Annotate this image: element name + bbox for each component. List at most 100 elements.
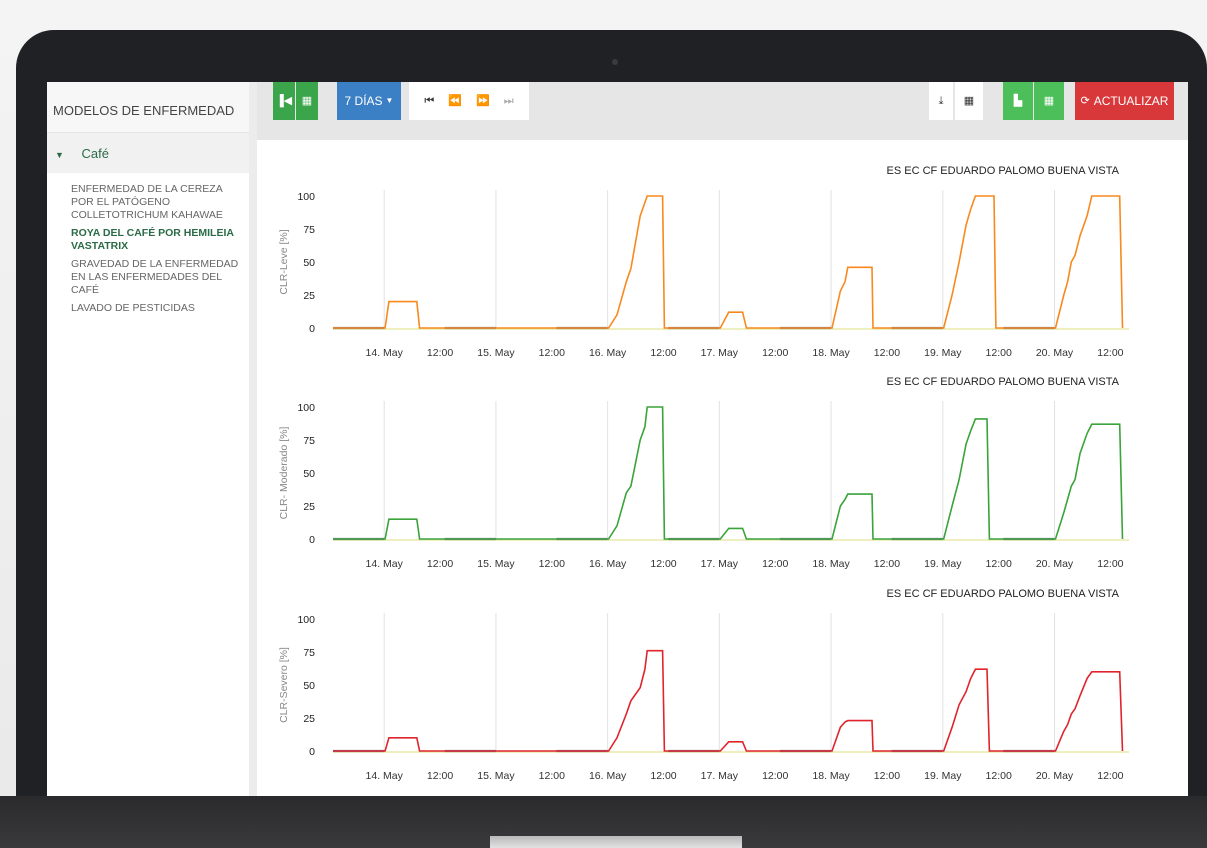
x-tick-label: 12:00 bbox=[762, 770, 788, 782]
x-tick-label: 18. May bbox=[812, 558, 850, 570]
y-tick-label: 100 bbox=[297, 191, 315, 203]
x-tick-label: 14. May bbox=[366, 770, 404, 782]
x-tick-label: 12:00 bbox=[986, 347, 1012, 359]
y-tick-label: 100 bbox=[297, 402, 315, 414]
refresh-icon: ⟳ bbox=[1080, 94, 1090, 107]
chart-view-button[interactable]: ▙ bbox=[1003, 82, 1033, 120]
grid-icon: ▦ bbox=[1043, 94, 1055, 107]
x-tick-label: 12:00 bbox=[650, 347, 676, 359]
x-tick-label: 20. May bbox=[1036, 770, 1074, 782]
chart-title: ES EC CF EDUARDO PALOMO BUENA VISTA bbox=[887, 165, 1120, 177]
app-screen: MODELOS DE ENFERMEDAD ▼ Café ENFERMEDAD … bbox=[47, 82, 1188, 796]
chart-title: ES EC CF EDUARDO PALOMO BUENA VISTA bbox=[887, 588, 1120, 600]
series-line bbox=[333, 649, 1124, 752]
fast-forward-icon[interactable]: ⏩ bbox=[476, 95, 490, 107]
series-line bbox=[333, 406, 1124, 540]
caret-down-icon: ▼ bbox=[55, 150, 64, 160]
x-tick-label: 12:00 bbox=[427, 770, 453, 782]
x-tick-label: 12:00 bbox=[427, 558, 453, 570]
chart-1: ES EC CF EDUARDO PALOMO BUENA VISTA 0 25 50… bbox=[278, 165, 1129, 359]
x-tick-label: 15. May bbox=[477, 558, 515, 570]
main-panel: ▐◀ ▦ 7 DÍAS ▼ ⏮ ⏪ ⏩ ⏭ ⤓ ▦ ▙ ▦ ⟳ ACTUALIZ… bbox=[257, 82, 1188, 796]
x-tick-label: 12:00 bbox=[650, 558, 676, 570]
x-tick-label: 16. May bbox=[589, 770, 627, 782]
y-axis-label: CLR- Moderado [%] bbox=[278, 427, 290, 520]
download-icon: ⤓ bbox=[938, 94, 944, 107]
sidebar-item-cherry-disease[interactable]: ENFERMEDAD DE LA CEREZA POR EL PATÓGENO … bbox=[47, 183, 249, 227]
sidebar-item-pesticide-washing[interactable]: LAVADO DE PESTICIDAS bbox=[47, 302, 249, 320]
chart-icon: ▙ bbox=[1013, 94, 1023, 107]
period-label: 7 DÍAS bbox=[344, 94, 383, 108]
x-tick-label: 12:00 bbox=[874, 558, 900, 570]
x-tick-label: 19. May bbox=[924, 347, 962, 359]
sidebar: MODELOS DE ENFERMEDAD ▼ Café ENFERMEDAD … bbox=[47, 82, 257, 796]
chart-3: ES EC CF EDUARDO PALOMO BUENA VISTA 0 25 50… bbox=[278, 588, 1129, 782]
skip-first-icon: ▐◀ bbox=[275, 94, 293, 107]
x-tick-label: 17. May bbox=[701, 770, 739, 782]
rewind-icon[interactable]: ⏪ bbox=[448, 95, 462, 107]
y-tick-label: 0 bbox=[309, 323, 315, 335]
y-tick-label: 25 bbox=[303, 713, 315, 725]
x-tick-label: 14. May bbox=[366, 347, 404, 359]
category-label: Café bbox=[81, 146, 110, 161]
series-line bbox=[333, 195, 1124, 329]
x-tick-label: 12:00 bbox=[427, 347, 453, 359]
sidebar-item-coffee-rust[interactable]: ROYA DEL CAFÉ POR HEMILEIA VASTATRIX bbox=[47, 227, 249, 258]
x-tick-label: 15. May bbox=[477, 347, 515, 359]
y-tick-label: 0 bbox=[309, 534, 315, 546]
sidebar-item-disease-severity[interactable]: GRAVEDAD DE LA ENFERMEDAD EN LAS ENFERME… bbox=[47, 258, 249, 302]
x-tick-label: 12:00 bbox=[539, 558, 565, 570]
y-tick-label: 25 bbox=[303, 290, 315, 302]
sidebar-category-cafe[interactable]: ▼ Café bbox=[47, 133, 249, 173]
x-tick-label: 12:00 bbox=[762, 558, 788, 570]
navigation-group: ⏮ ⏪ ⏩ ⏭ bbox=[409, 82, 529, 120]
y-tick-label: 75 bbox=[303, 647, 315, 659]
x-tick-label: 12:00 bbox=[874, 347, 900, 359]
x-tick-label: 20. May bbox=[1036, 347, 1074, 359]
grid-view-button[interactable]: ▦ bbox=[1034, 82, 1064, 120]
y-tick-label: 50 bbox=[303, 468, 315, 480]
webcam bbox=[612, 59, 618, 65]
calendar-icon: ▦ bbox=[301, 94, 313, 107]
x-tick-label: 19. May bbox=[924, 770, 962, 782]
x-tick-label: 12:00 bbox=[650, 770, 676, 782]
first-period-button[interactable]: ▐◀ bbox=[273, 82, 295, 120]
calendar-button[interactable]: ▦ bbox=[296, 82, 318, 120]
skip-forward-icon[interactable]: ⏭ bbox=[504, 95, 514, 107]
toolbar: ▐◀ ▦ 7 DÍAS ▼ ⏮ ⏪ ⏩ ⏭ ⤓ ▦ ▙ ▦ ⟳ ACTUALIZ… bbox=[257, 82, 1188, 140]
x-tick-label: 12:00 bbox=[539, 347, 565, 359]
x-tick-label: 16. May bbox=[589, 347, 627, 359]
y-tick-label: 50 bbox=[303, 680, 315, 692]
refresh-button[interactable]: ⟳ ACTUALIZAR bbox=[1075, 82, 1174, 120]
y-tick-label: 100 bbox=[297, 614, 315, 626]
y-tick-label: 75 bbox=[303, 435, 315, 447]
y-tick-label: 50 bbox=[303, 257, 315, 269]
x-tick-label: 20. May bbox=[1036, 558, 1074, 570]
y-tick-label: 0 bbox=[309, 746, 315, 758]
x-tick-label: 17. May bbox=[701, 558, 739, 570]
skip-back-icon[interactable]: ⏮ bbox=[424, 95, 434, 107]
chart-title: ES EC CF EDUARDO PALOMO BUENA VISTA bbox=[887, 376, 1120, 388]
x-tick-label: 16. May bbox=[589, 558, 627, 570]
x-tick-label: 12:00 bbox=[1097, 347, 1123, 359]
sidebar-title: MODELOS DE ENFERMEDAD bbox=[47, 82, 249, 133]
x-tick-label: 12:00 bbox=[1097, 558, 1123, 570]
x-tick-label: 15. May bbox=[477, 770, 515, 782]
x-tick-label: 19. May bbox=[924, 558, 962, 570]
x-tick-label: 12:00 bbox=[539, 770, 565, 782]
y-axis-label: CLR-Severo [%] bbox=[278, 647, 290, 723]
table-icon: ▦ bbox=[963, 94, 975, 107]
y-tick-label: 25 bbox=[303, 501, 315, 513]
chart-2: ES EC CF EDUARDO PALOMO BUENA VISTA 0 25 50… bbox=[278, 376, 1129, 570]
x-tick-label: 18. May bbox=[812, 770, 850, 782]
x-tick-label: 17. May bbox=[701, 347, 739, 359]
download-button[interactable]: ⤓ bbox=[929, 82, 953, 120]
x-tick-label: 12:00 bbox=[986, 770, 1012, 782]
x-tick-label: 18. May bbox=[812, 347, 850, 359]
y-tick-label: 75 bbox=[303, 224, 315, 236]
x-tick-label: 12:00 bbox=[874, 770, 900, 782]
y-axis-label: CLR-Leve [%] bbox=[278, 229, 290, 294]
period-dropdown[interactable]: 7 DÍAS ▼ bbox=[337, 82, 401, 120]
table-view-button[interactable]: ▦ bbox=[955, 82, 983, 120]
refresh-label: ACTUALIZAR bbox=[1093, 94, 1169, 108]
